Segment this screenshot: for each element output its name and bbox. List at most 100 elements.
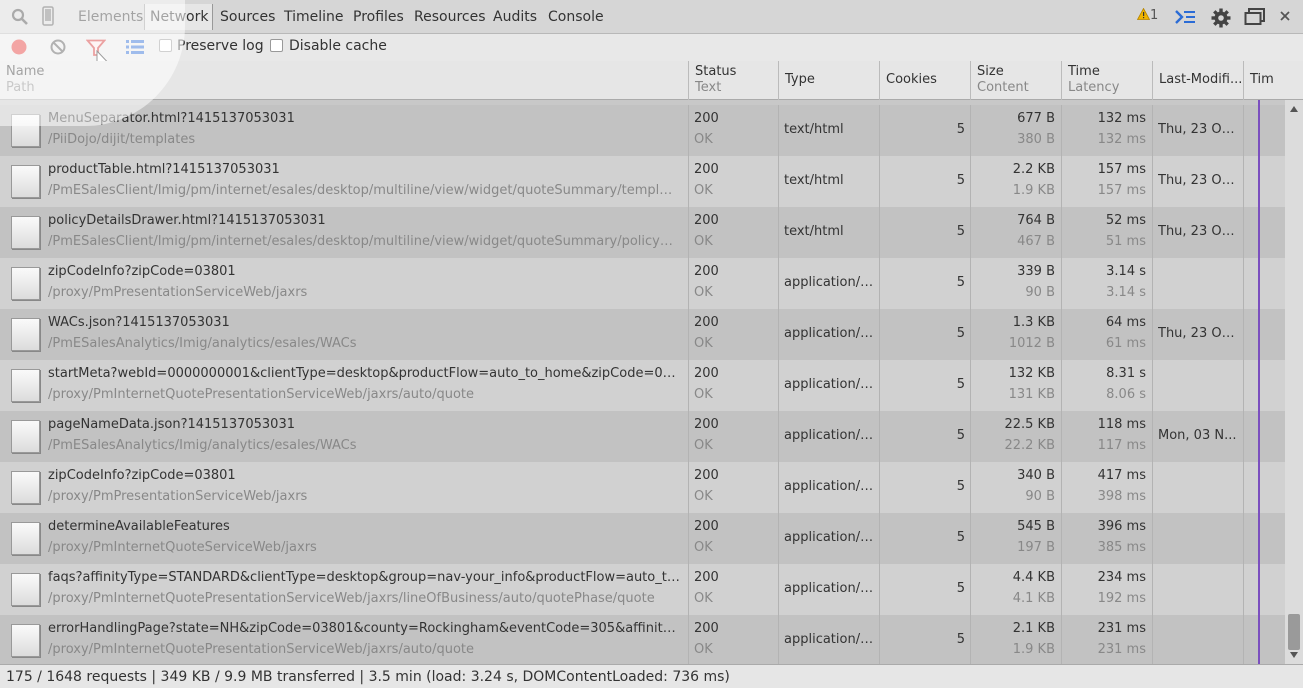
column-size[interactable]: Size Content: [970, 61, 1061, 100]
latency-time: 192 ms: [1097, 591, 1146, 606]
last-modified-cell: [1152, 513, 1243, 564]
name-cell[interactable]: policyDetailsDrawer.html?1415137053031 /…: [0, 207, 688, 258]
request-name[interactable]: startMeta?webId=0000000001&clientType=de…: [48, 366, 680, 381]
disable-cache-checkbox[interactable]: [270, 39, 283, 52]
last-modified-value: Thu, 23 Oct...: [1158, 122, 1240, 137]
large-rows-icon[interactable]: [126, 39, 144, 59]
type-cell: application/j...: [778, 564, 879, 615]
name-cell[interactable]: startMeta?webId=0000000001&clientType=de…: [0, 360, 688, 411]
name-cell[interactable]: errorHandlingPage?state=NH&zipCode=03801…: [0, 615, 688, 664]
scroll-up-icon: [1290, 106, 1298, 112]
latency-time: 157 ms: [1097, 183, 1146, 198]
devtools-tab-bar: Elements Network Sources Timeline Profil…: [0, 0, 1303, 34]
column-last-modified[interactable]: Last-Modifi...: [1152, 61, 1243, 100]
size-cell: 340 B 90 B: [970, 462, 1061, 513]
total-time: 64 ms: [1105, 315, 1146, 330]
request-path: /proxy/PmPresentationServiceWeb/jaxrs: [48, 285, 308, 300]
request-row[interactable]: faqs?affinityType=STANDARD&clientType=de…: [0, 564, 1285, 615]
tab-timeline[interactable]: Timeline: [284, 9, 344, 25]
cookies-cell: 5: [879, 156, 970, 207]
console-drawer-icon[interactable]: [1174, 8, 1196, 30]
request-row[interactable]: zipCodeInfo?zipCode=03801 /proxy/PmPrese…: [0, 258, 1285, 309]
cookies-count: 5: [956, 479, 965, 494]
request-name[interactable]: zipCodeInfo?zipCode=03801: [48, 264, 680, 279]
column-latency-label: Latency: [1068, 80, 1120, 95]
status-cell: 200 OK: [688, 105, 778, 156]
file-icon: [11, 522, 40, 555]
latency-time: 61 ms: [1105, 336, 1146, 351]
time-cell: 234 ms 192 ms: [1061, 564, 1152, 615]
name-cell[interactable]: zipCodeInfo?zipCode=03801 /proxy/PmPrese…: [0, 258, 688, 309]
column-type[interactable]: Type: [778, 61, 879, 100]
clear-icon[interactable]: [49, 38, 67, 60]
preserve-log-label[interactable]: Preserve log: [177, 38, 264, 54]
total-time: 52 ms: [1105, 213, 1146, 228]
status-text: OK: [694, 387, 713, 402]
transfer-size: 2.2 KB: [1012, 162, 1055, 177]
dock-side-icon[interactable]: [1244, 8, 1266, 30]
latency-time: 132 ms: [1097, 132, 1146, 147]
request-row[interactable]: pageNameData.json?1415137053031 /PmESale…: [0, 411, 1285, 462]
name-cell[interactable]: determineAvailableFeatures /proxy/PmInte…: [0, 513, 688, 564]
scroll-down-icon: [1290, 652, 1298, 658]
request-name[interactable]: pageNameData.json?1415137053031: [48, 417, 680, 432]
file-icon: [11, 420, 40, 453]
status-cell: 200 OK: [688, 309, 778, 360]
scroll-thumb: [1288, 614, 1300, 650]
request-name[interactable]: policyDetailsDrawer.html?1415137053031: [48, 213, 680, 228]
column-time[interactable]: Time Latency: [1061, 61, 1152, 100]
disable-cache-label[interactable]: Disable cache: [289, 38, 387, 54]
request-row[interactable]: determineAvailableFeatures /proxy/PmInte…: [0, 513, 1285, 564]
request-row[interactable]: productTable.html?1415137053031 /PmESale…: [0, 156, 1285, 207]
record-icon[interactable]: [10, 38, 28, 60]
gear-icon[interactable]: [1211, 8, 1231, 32]
type-cell: application/j...: [778, 309, 879, 360]
name-cell[interactable]: pageNameData.json?1415137053031 /PmESale…: [0, 411, 688, 462]
status-text: OK: [694, 489, 713, 504]
request-row[interactable]: errorHandlingPage?state=NH&zipCode=03801…: [0, 615, 1285, 664]
tab-audits[interactable]: Audits: [493, 9, 537, 25]
tab-resources[interactable]: Resources: [414, 9, 486, 25]
warning-counter[interactable]: 1: [1136, 7, 1158, 23]
tab-sources[interactable]: Sources: [220, 9, 275, 25]
close-icon[interactable]: [1279, 10, 1291, 26]
request-row[interactable]: WACs.json?1415137053031 /PmESalesAnalyti…: [0, 309, 1285, 360]
column-status[interactable]: Status Text: [688, 61, 778, 100]
name-cell[interactable]: productTable.html?1415137053031 /PmESale…: [0, 156, 688, 207]
status-text: OK: [694, 285, 713, 300]
device-mode-icon[interactable]: [42, 6, 54, 30]
name-cell[interactable]: WACs.json?1415137053031 /PmESalesAnalyti…: [0, 309, 688, 360]
request-name[interactable]: errorHandlingPage?state=NH&zipCode=03801…: [48, 621, 680, 636]
request-name[interactable]: determineAvailableFeatures: [48, 519, 680, 534]
tab-network[interactable]: Network: [144, 4, 214, 30]
request-name[interactable]: WACs.json?1415137053031: [48, 315, 680, 330]
tab-elements[interactable]: Elements: [78, 9, 143, 25]
search-icon[interactable]: [11, 8, 29, 30]
request-row[interactable]: MenuSeparator.html?1415137053031 /PiiDoj…: [0, 105, 1285, 156]
transfer-size: 22.5 KB: [1004, 417, 1055, 432]
request-row[interactable]: zipCodeInfo?zipCode=03801 /proxy/PmPrese…: [0, 462, 1285, 513]
latency-time: 3.14 s: [1106, 285, 1146, 300]
request-name[interactable]: faqs?affinityType=STANDARD&clientType=de…: [48, 570, 680, 585]
request-row[interactable]: startMeta?webId=0000000001&clientType=de…: [0, 360, 1285, 411]
last-modified-cell: Thu, 23 Oct...: [1152, 105, 1243, 156]
request-name[interactable]: productTable.html?1415137053031: [48, 162, 680, 177]
tab-profiles[interactable]: Profiles: [353, 9, 404, 25]
network-toolbar: Preserve log Disable cache: [0, 34, 1303, 69]
preserve-log-checkbox[interactable]: [159, 39, 172, 52]
transfer-size: 1.3 KB: [1012, 315, 1055, 330]
last-modified-cell: Mon, 03 N...: [1152, 411, 1243, 462]
mime-type: text/html: [784, 173, 844, 188]
name-cell[interactable]: MenuSeparator.html?1415137053031 /PiiDoj…: [0, 105, 688, 156]
column-timeline[interactable]: Tim: [1243, 61, 1303, 100]
tab-console[interactable]: Console: [548, 9, 604, 25]
request-row[interactable]: policyDetailsDrawer.html?1415137053031 /…: [0, 207, 1285, 258]
request-name[interactable]: MenuSeparator.html?1415137053031: [48, 111, 680, 126]
request-name[interactable]: zipCodeInfo?zipCode=03801: [48, 468, 680, 483]
name-cell[interactable]: zipCodeInfo?zipCode=03801 /proxy/PmPrese…: [0, 462, 688, 513]
cookies-cell: 5: [879, 462, 970, 513]
column-cookies[interactable]: Cookies: [879, 61, 970, 100]
name-cell[interactable]: faqs?affinityType=STANDARD&clientType=de…: [0, 564, 688, 615]
vertical-scrollbar[interactable]: [1285, 100, 1303, 664]
column-name[interactable]: Name Path: [0, 61, 688, 100]
